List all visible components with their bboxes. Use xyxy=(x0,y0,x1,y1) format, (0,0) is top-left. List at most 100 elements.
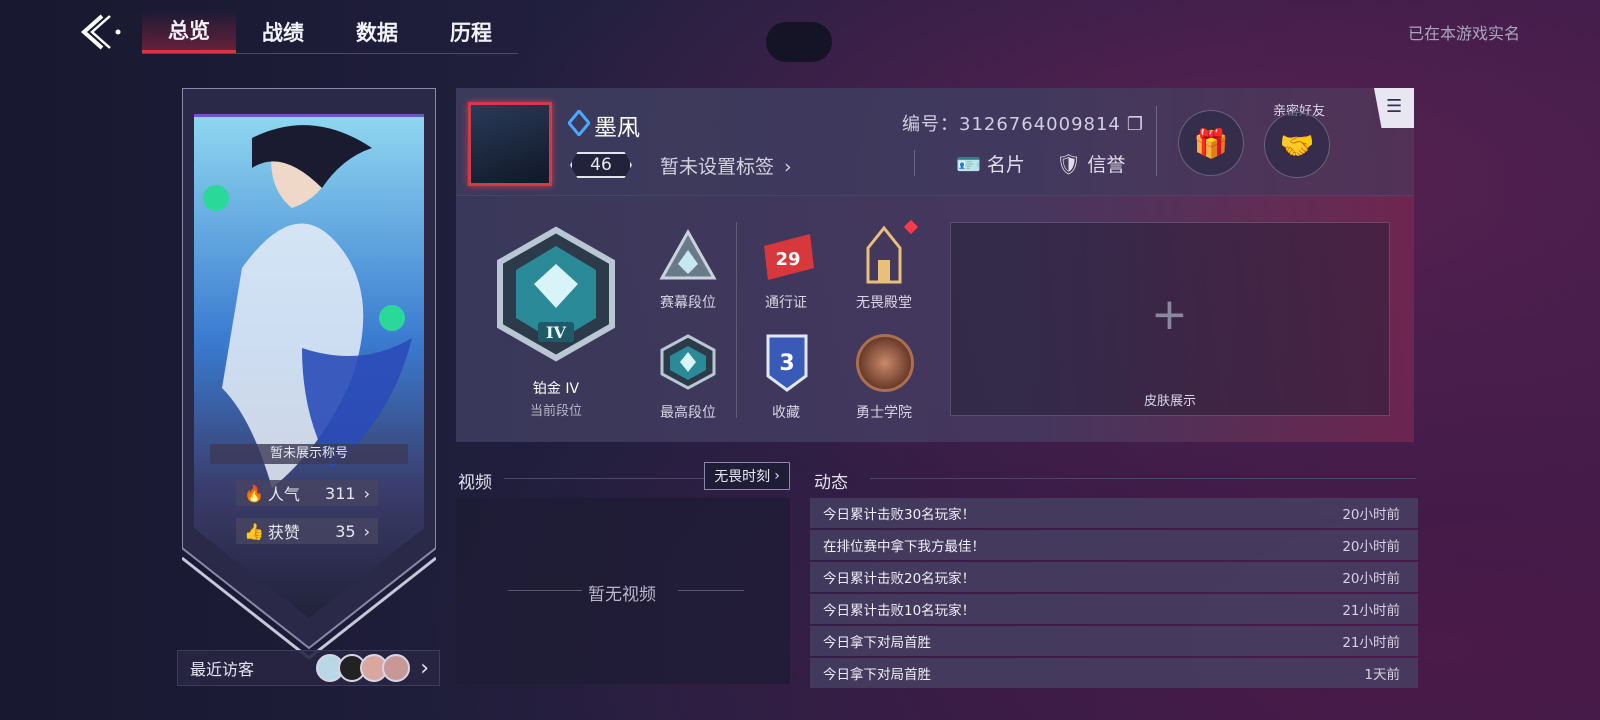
feed-item[interactable]: 在排位赛中拿下我方最佳！ 20小时前 xyxy=(810,530,1418,560)
player-uid: 编号：3126764009814 ❐ xyxy=(902,110,1144,136)
list-settings-icon: ☰ xyxy=(1386,96,1403,117)
popularity-label: 人气 xyxy=(267,485,300,504)
academy-label: 勇士学院 xyxy=(856,405,912,421)
video-empty: 暂无视频 xyxy=(588,585,656,605)
flame-icon: 🔥 xyxy=(244,483,264,503)
divider xyxy=(504,478,704,479)
chevron-right-icon: › xyxy=(363,521,370,541)
gift-icon: 🎁 xyxy=(1193,126,1229,160)
card-label: 名片 xyxy=(986,154,1025,176)
feed-text: 今日累计击败30名玩家！ xyxy=(823,507,976,523)
feed-time: 20小时前 xyxy=(1342,539,1400,555)
feed-text: 今日累计击败10名玩家！ xyxy=(823,603,976,619)
diamond-rank-icon xyxy=(568,110,590,136)
plus-icon: + xyxy=(1151,289,1188,340)
banner-title: 暂未展示称号 xyxy=(210,444,408,464)
feed-item[interactable]: 今日拿下对局首胜 21小时前 xyxy=(810,626,1418,656)
realname-status: 已在本游戏实名 xyxy=(1407,24,1520,43)
divider xyxy=(678,590,744,591)
season-rank-icon[interactable] xyxy=(658,228,718,286)
feed-list: 今日累计击败30名玩家！ 20小时前 在排位赛中拿下我方最佳！ 20小时前 今日累计… xyxy=(810,498,1418,690)
pass-label: 通行证 xyxy=(765,295,807,311)
feed-text: 今日拿下对局首胜 xyxy=(823,635,931,651)
divider xyxy=(914,150,915,176)
gift-button[interactable]: 🎁 xyxy=(1178,110,1244,176)
player-name: 墨凩 xyxy=(594,115,640,141)
popularity-count: 311 xyxy=(325,483,356,503)
tab-overview[interactable]: 总览 xyxy=(142,10,236,53)
divider xyxy=(508,590,582,591)
visitor-avatar[interactable] xyxy=(382,654,411,682)
divider xyxy=(870,478,1416,479)
skin-showcase[interactable]: + 皮肤展示 xyxy=(950,222,1390,416)
feed-item[interactable]: 今日累计击败10名玩家！ 21小时前 xyxy=(810,594,1418,624)
tab-stats[interactable]: 数据 xyxy=(330,10,424,53)
recent-visitors[interactable]: 最近访客 › xyxy=(177,650,440,686)
feed-text: 今日累计击败20名玩家！ xyxy=(823,571,976,587)
feed-item[interactable]: 今日累计击败20名玩家！ 20小时前 xyxy=(810,562,1418,592)
collection-count: 3 xyxy=(779,351,794,376)
handshake-icon: 🤝 xyxy=(1279,128,1315,162)
camera-notch xyxy=(766,22,832,62)
highest-rank-label: 最高段位 xyxy=(660,405,716,421)
collection-label: 收藏 xyxy=(772,405,800,421)
hero-banner[interactable]: 暂未展示称号 🔥 人气 311 › 👍 获赞 35 › xyxy=(182,88,436,688)
tag-text: 暂未设置标签 xyxy=(660,156,775,178)
id-card-icon: 🪪 xyxy=(956,151,981,176)
current-rank-badge[interactable]: IV xyxy=(486,224,626,364)
fearless-moments-link[interactable]: 无畏时刻 › xyxy=(704,462,790,490)
collection-icon[interactable]: 3 xyxy=(762,332,812,392)
credit-label: 信誉 xyxy=(1087,154,1126,176)
divider xyxy=(736,222,737,418)
feed-time: 21小时前 xyxy=(1342,635,1400,651)
likes-label: 获赞 xyxy=(267,523,300,542)
visitor-avatars: › xyxy=(316,654,429,682)
hall-label: 无畏殿堂 xyxy=(856,295,912,311)
card-button[interactable]: 🪪 名片 xyxy=(956,150,1025,177)
current-rank-label: 当前段位 xyxy=(529,404,582,419)
feed-item[interactable]: 今日拿下对局首胜 1天前 xyxy=(810,658,1418,688)
video-panel: 暂无视频 xyxy=(456,498,790,684)
hall-icon[interactable] xyxy=(856,224,912,286)
copy-icon[interactable]: ❐ xyxy=(1127,114,1144,135)
likes-pill[interactable]: 👍 获赞 35 › xyxy=(236,518,378,544)
platinum-badge-icon: IV xyxy=(497,226,615,362)
fearless-moments-label: 无畏时刻 xyxy=(714,469,771,485)
back-button[interactable] xyxy=(76,12,124,52)
nav-tabs: 总览 战绩 数据 历程 xyxy=(142,10,518,54)
academy-icon[interactable] xyxy=(856,334,914,392)
chevron-right-icon: › xyxy=(784,156,792,178)
feed-time: 21小时前 xyxy=(1342,603,1400,619)
player-avatar[interactable] xyxy=(468,102,552,186)
close-friend-button[interactable]: 🤝 xyxy=(1264,112,1330,178)
credit-button[interactable]: 🛡 信誉 xyxy=(1056,150,1125,177)
chevron-right-icon: › xyxy=(420,655,429,681)
visitors-label: 最近访客 xyxy=(190,660,255,679)
feed-text: 在排位赛中拿下我方最佳！ xyxy=(823,539,985,555)
tab-records[interactable]: 战绩 xyxy=(236,10,330,53)
feed-time: 20小时前 xyxy=(1342,507,1400,523)
thumbs-up-icon: 👍 xyxy=(244,521,264,541)
popularity-pill[interactable]: 🔥 人气 311 › xyxy=(236,480,378,506)
level-badge: 46 xyxy=(570,152,632,178)
uid-text: 编号：3126764009814 xyxy=(902,114,1121,135)
feed-time: 20小时前 xyxy=(1342,571,1400,587)
divider xyxy=(1156,106,1157,176)
feed-time: 1天前 xyxy=(1364,667,1400,683)
highest-rank-icon[interactable] xyxy=(658,334,718,394)
likes-count: 35 xyxy=(335,521,356,541)
current-rank-name: 铂金 IV xyxy=(532,381,580,397)
tag-link[interactable]: 暂未设置标签 › xyxy=(660,152,792,179)
feed-title: 动态 xyxy=(814,473,848,493)
tab-history[interactable]: 历程 xyxy=(424,10,518,53)
chevron-right-icon: › xyxy=(363,483,370,503)
feed-item[interactable]: 今日累计击败30名玩家！ 20小时前 xyxy=(810,498,1418,528)
season-rank-label: 赛幕段位 xyxy=(660,295,716,311)
chevron-right-icon: › xyxy=(774,468,780,484)
badge-numeral: IV xyxy=(546,323,566,342)
battle-pass-icon[interactable]: 29 xyxy=(756,232,818,282)
skin-label: 皮肤展示 xyxy=(1143,394,1196,409)
video-title: 视频 xyxy=(458,473,492,493)
pass-level: 29 xyxy=(775,249,800,270)
shield-icon: 🛡 xyxy=(1056,151,1082,176)
